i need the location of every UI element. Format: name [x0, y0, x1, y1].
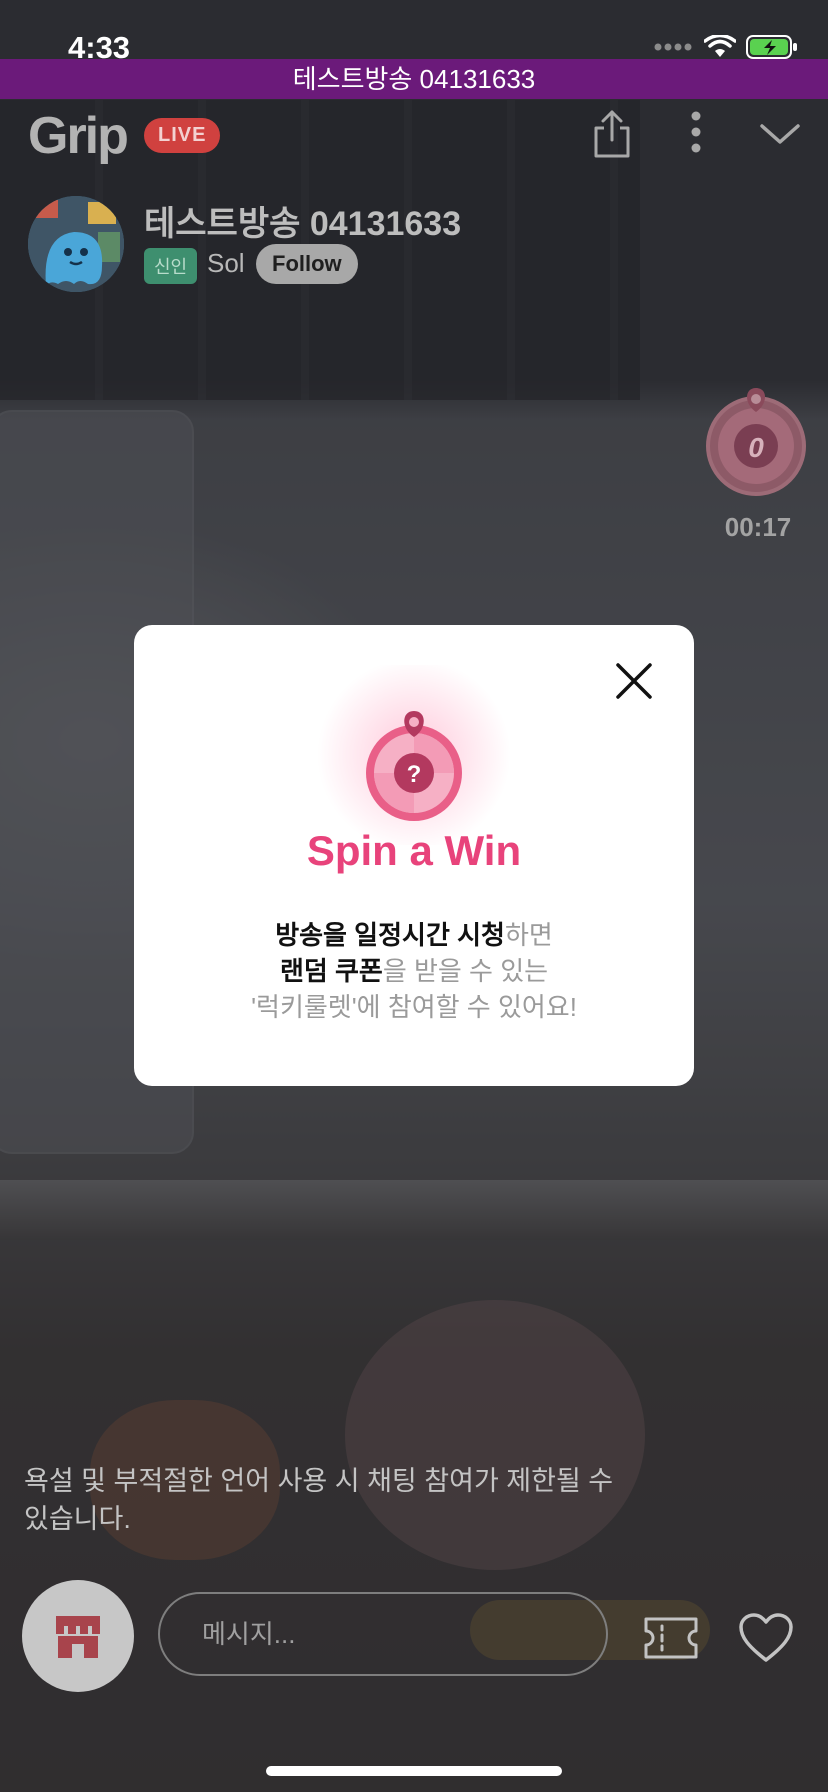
message-input[interactable]: [158, 1592, 608, 1676]
wheel-symbol: ?: [407, 761, 422, 788]
roulette-timer: 00:17: [724, 512, 792, 542]
live-badge: LIVE: [144, 118, 221, 153]
modal-title: Spin a Win: [306, 827, 522, 874]
description-line-1: 방송을 일정시간 시청하면: [134, 917, 694, 953]
description-line-3: '럭키룰렛'에 참여할 수 있어요!: [251, 992, 577, 1022]
home-indicator: [266, 1766, 562, 1776]
description-line-2-bold: 랜덤 쿠폰: [279, 956, 383, 986]
description-line-1-rest: 하면: [504, 920, 553, 950]
stream-title: 테스트방송 04131633: [144, 205, 462, 243]
close-icon[interactable]: [614, 661, 654, 701]
description-line-1-bold: 방송을 일정시간 시청: [275, 920, 505, 950]
avatar-ghost-icon: [28, 196, 124, 292]
chevron-down-icon[interactable]: [754, 108, 806, 160]
host-avatar[interactable]: [28, 196, 124, 292]
description-line-2: 랜덤 쿠폰을 받을 수 있는: [134, 953, 694, 989]
share-icon[interactable]: [586, 108, 638, 160]
spin-a-win-modal: ? Spin a Win 방송을 일정시간 시청하면 랜덤 쿠폰을 받을 수 있…: [134, 625, 694, 1086]
status-icons: [654, 34, 798, 60]
more-icon[interactable]: [670, 108, 722, 160]
broadcast-banner: 테스트방송 04131633: [0, 59, 828, 99]
coupon-icon[interactable]: [642, 1616, 700, 1660]
grip-logo: Grip: [28, 107, 129, 165]
roulette-wheel-icon: ?: [366, 711, 462, 821]
battery-icon: [746, 35, 797, 59]
follow-button[interactable]: Follow: [256, 244, 358, 284]
roulette-count: 0: [748, 432, 764, 463]
modal-description: 방송을 일정시간 시청하면 랜덤 쿠폰을 받을 수 있는 '럭키룰렛'에 참여할…: [134, 917, 694, 1025]
shop-button[interactable]: [22, 1580, 134, 1692]
shop-icon: [56, 1616, 100, 1658]
wifi-icon: [704, 35, 736, 57]
host-name[interactable]: Sol: [207, 248, 245, 279]
roulette-icon[interactable]: 0: [704, 386, 808, 498]
description-line-2-rest: 을 받을 수 있는: [382, 956, 549, 986]
chat-notice: 욕설 및 부적절한 언어 사용 시 채팅 참여가 제한될 수 있습니다.: [24, 1466, 614, 1534]
new-host-tag: 신인: [144, 248, 198, 284]
signal-dots-icon: [654, 43, 692, 51]
heart-icon[interactable]: [738, 1612, 794, 1664]
